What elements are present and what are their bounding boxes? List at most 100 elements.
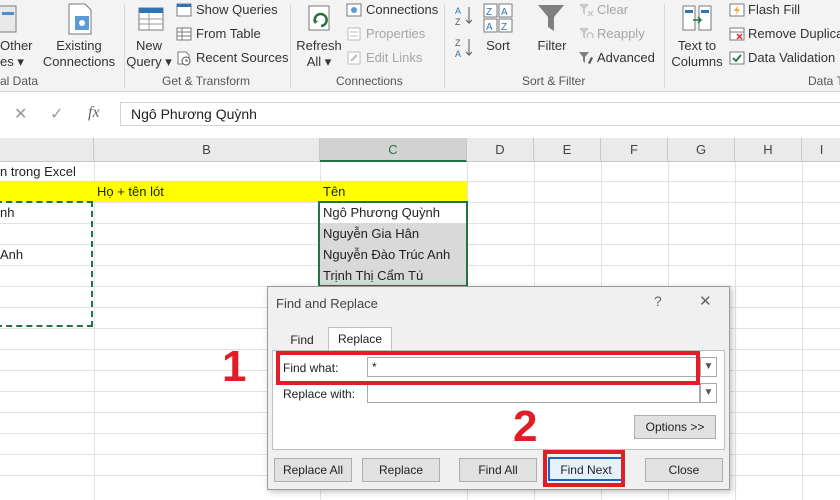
gridline	[802, 162, 803, 500]
cell-a1[interactable]: n trong Excel	[0, 161, 200, 182]
gridline	[735, 162, 736, 500]
remove-duplicates-icon	[729, 27, 745, 41]
filter-button[interactable]: Filter	[530, 38, 574, 54]
edit-links-icon	[347, 51, 361, 65]
refresh-icon	[308, 5, 330, 31]
group-label-get-data: al Data	[0, 74, 39, 88]
formula-bar-tools: ✕ ✓ fx	[0, 102, 116, 126]
sort-button[interactable]: Sort	[478, 38, 518, 54]
group-label-connections: Connections	[336, 74, 403, 88]
find-all-button[interactable]: Find All	[459, 458, 537, 482]
replace-button[interactable]: Replace	[362, 458, 440, 482]
column-header-c[interactable]: C	[320, 138, 467, 162]
insert-function-icon[interactable]: fx	[88, 104, 100, 122]
replace-all-button[interactable]: Replace All	[274, 458, 352, 482]
step-2-number: 2	[513, 402, 538, 451]
cell-b2[interactable]: Họ + tên lót	[94, 181, 320, 202]
reapply-button[interactable]: Reapply	[597, 26, 645, 41]
svg-text:Z: Z	[455, 17, 461, 27]
tab-find[interactable]: Find	[282, 329, 322, 351]
get-data-icon	[0, 5, 17, 33]
other-sources-label-2: es ▾	[0, 54, 24, 69]
reapply-icon	[579, 28, 594, 39]
data-validation-icon	[729, 51, 745, 65]
clear-icon	[579, 4, 594, 17]
sort-za-icon: Z A	[455, 38, 473, 59]
formula-input[interactable]: Ngô Phương Quỳnh	[120, 102, 840, 126]
step-1-number: 1	[222, 342, 247, 391]
sort-az-icon: A Z	[455, 6, 473, 27]
refresh-all-label-2: All ▾	[306, 54, 332, 69]
find-what-dropdown-icon[interactable]: ▼	[700, 357, 717, 377]
column-header-e[interactable]: E	[534, 138, 601, 162]
ribbon-separator	[444, 4, 445, 88]
clear-button[interactable]: Clear	[597, 2, 628, 17]
flash-fill-icon	[729, 3, 745, 17]
new-query-button[interactable]: New Query ▾	[124, 38, 174, 70]
formula-bar: ✕ ✓ fx Ngô Phương Quỳnh	[0, 96, 840, 132]
replace-with-field[interactable]	[367, 383, 700, 403]
step-2-highlight	[543, 450, 625, 487]
existing-connections-icon	[68, 3, 92, 35]
connections-button[interactable]: Connections	[366, 2, 438, 17]
cell-a2[interactable]	[0, 181, 94, 202]
group-label-data-tools: Data T	[808, 74, 840, 88]
refresh-all-button[interactable]: Refresh All ▾	[296, 38, 342, 70]
advanced-icon	[579, 52, 593, 64]
existing-connections-button[interactable]: Existing Connections	[40, 38, 118, 70]
text-to-columns-icon	[682, 5, 712, 31]
remove-duplicates-button[interactable]: Remove Duplica	[748, 26, 840, 41]
other-sources-button[interactable]: Other es ▾	[0, 38, 33, 70]
filter-icon	[538, 5, 564, 31]
copy-marquee	[0, 201, 93, 327]
enter-icon[interactable]: ✓	[50, 104, 63, 124]
data-validation-button[interactable]: Data Validation	[748, 50, 835, 65]
properties-button[interactable]: Properties	[366, 26, 425, 41]
properties-icon	[347, 27, 361, 41]
dialog-close-icon[interactable]: ✕	[699, 292, 712, 310]
selection-outline	[318, 201, 468, 287]
sort-icon: Z A A Z	[483, 3, 513, 33]
new-query-icon	[138, 7, 164, 31]
from-table-button[interactable]: From Table	[196, 26, 261, 41]
help-button[interactable]: ?	[654, 293, 662, 309]
svg-text:A: A	[501, 7, 508, 18]
svg-text:Z: Z	[501, 22, 507, 33]
ribbon-separator	[290, 4, 291, 88]
column-header-b[interactable]: B	[94, 138, 320, 162]
column-header-g[interactable]: G	[668, 138, 735, 162]
advanced-button[interactable]: Advanced	[597, 50, 655, 65]
tab-replace[interactable]: Replace	[328, 327, 392, 351]
text-to-columns-label-1: Text to	[677, 38, 717, 53]
column-header-d[interactable]: D	[467, 138, 534, 162]
replace-with-dropdown-icon[interactable]: ▼	[700, 383, 717, 403]
group-label-sort-filter: Sort & Filter	[522, 74, 586, 88]
column-header-h[interactable]: H	[735, 138, 802, 162]
refresh-all-label-1: Refresh	[296, 38, 342, 53]
cell-c2[interactable]: Tên	[320, 181, 467, 202]
svg-text:A: A	[455, 6, 461, 16]
cancel-icon[interactable]: ✕	[14, 104, 27, 124]
step-1-highlight	[276, 351, 700, 385]
column-header-f[interactable]: F	[601, 138, 668, 162]
edit-links-button[interactable]: Edit Links	[366, 50, 422, 65]
from-table-icon	[176, 27, 192, 41]
close-button[interactable]: Close	[645, 458, 723, 482]
existing-connections-label-2: Connections	[42, 54, 116, 69]
svg-text:Z: Z	[486, 7, 492, 18]
show-queries-icon	[176, 3, 192, 17]
svg-text:Z: Z	[455, 38, 461, 48]
recent-sources-button[interactable]: Recent Sources	[196, 50, 289, 65]
dialog-title: Find and Replace	[276, 296, 378, 311]
show-queries-button[interactable]: Show Queries	[196, 2, 278, 17]
ribbon-separator	[664, 4, 665, 88]
text-to-columns-button[interactable]: Text to Columns	[670, 38, 724, 70]
new-query-label-1: New	[135, 38, 162, 53]
text-to-columns-label-2: Columns	[671, 54, 723, 69]
column-header-a[interactable]	[0, 138, 94, 162]
existing-connections-label-1: Existing	[56, 38, 102, 53]
column-header-i[interactable]: I	[802, 138, 840, 162]
options-button[interactable]: Options >>	[634, 415, 716, 439]
group-label-get-transform: Get & Transform	[162, 74, 251, 88]
flash-fill-button[interactable]: Flash Fill	[748, 2, 800, 17]
